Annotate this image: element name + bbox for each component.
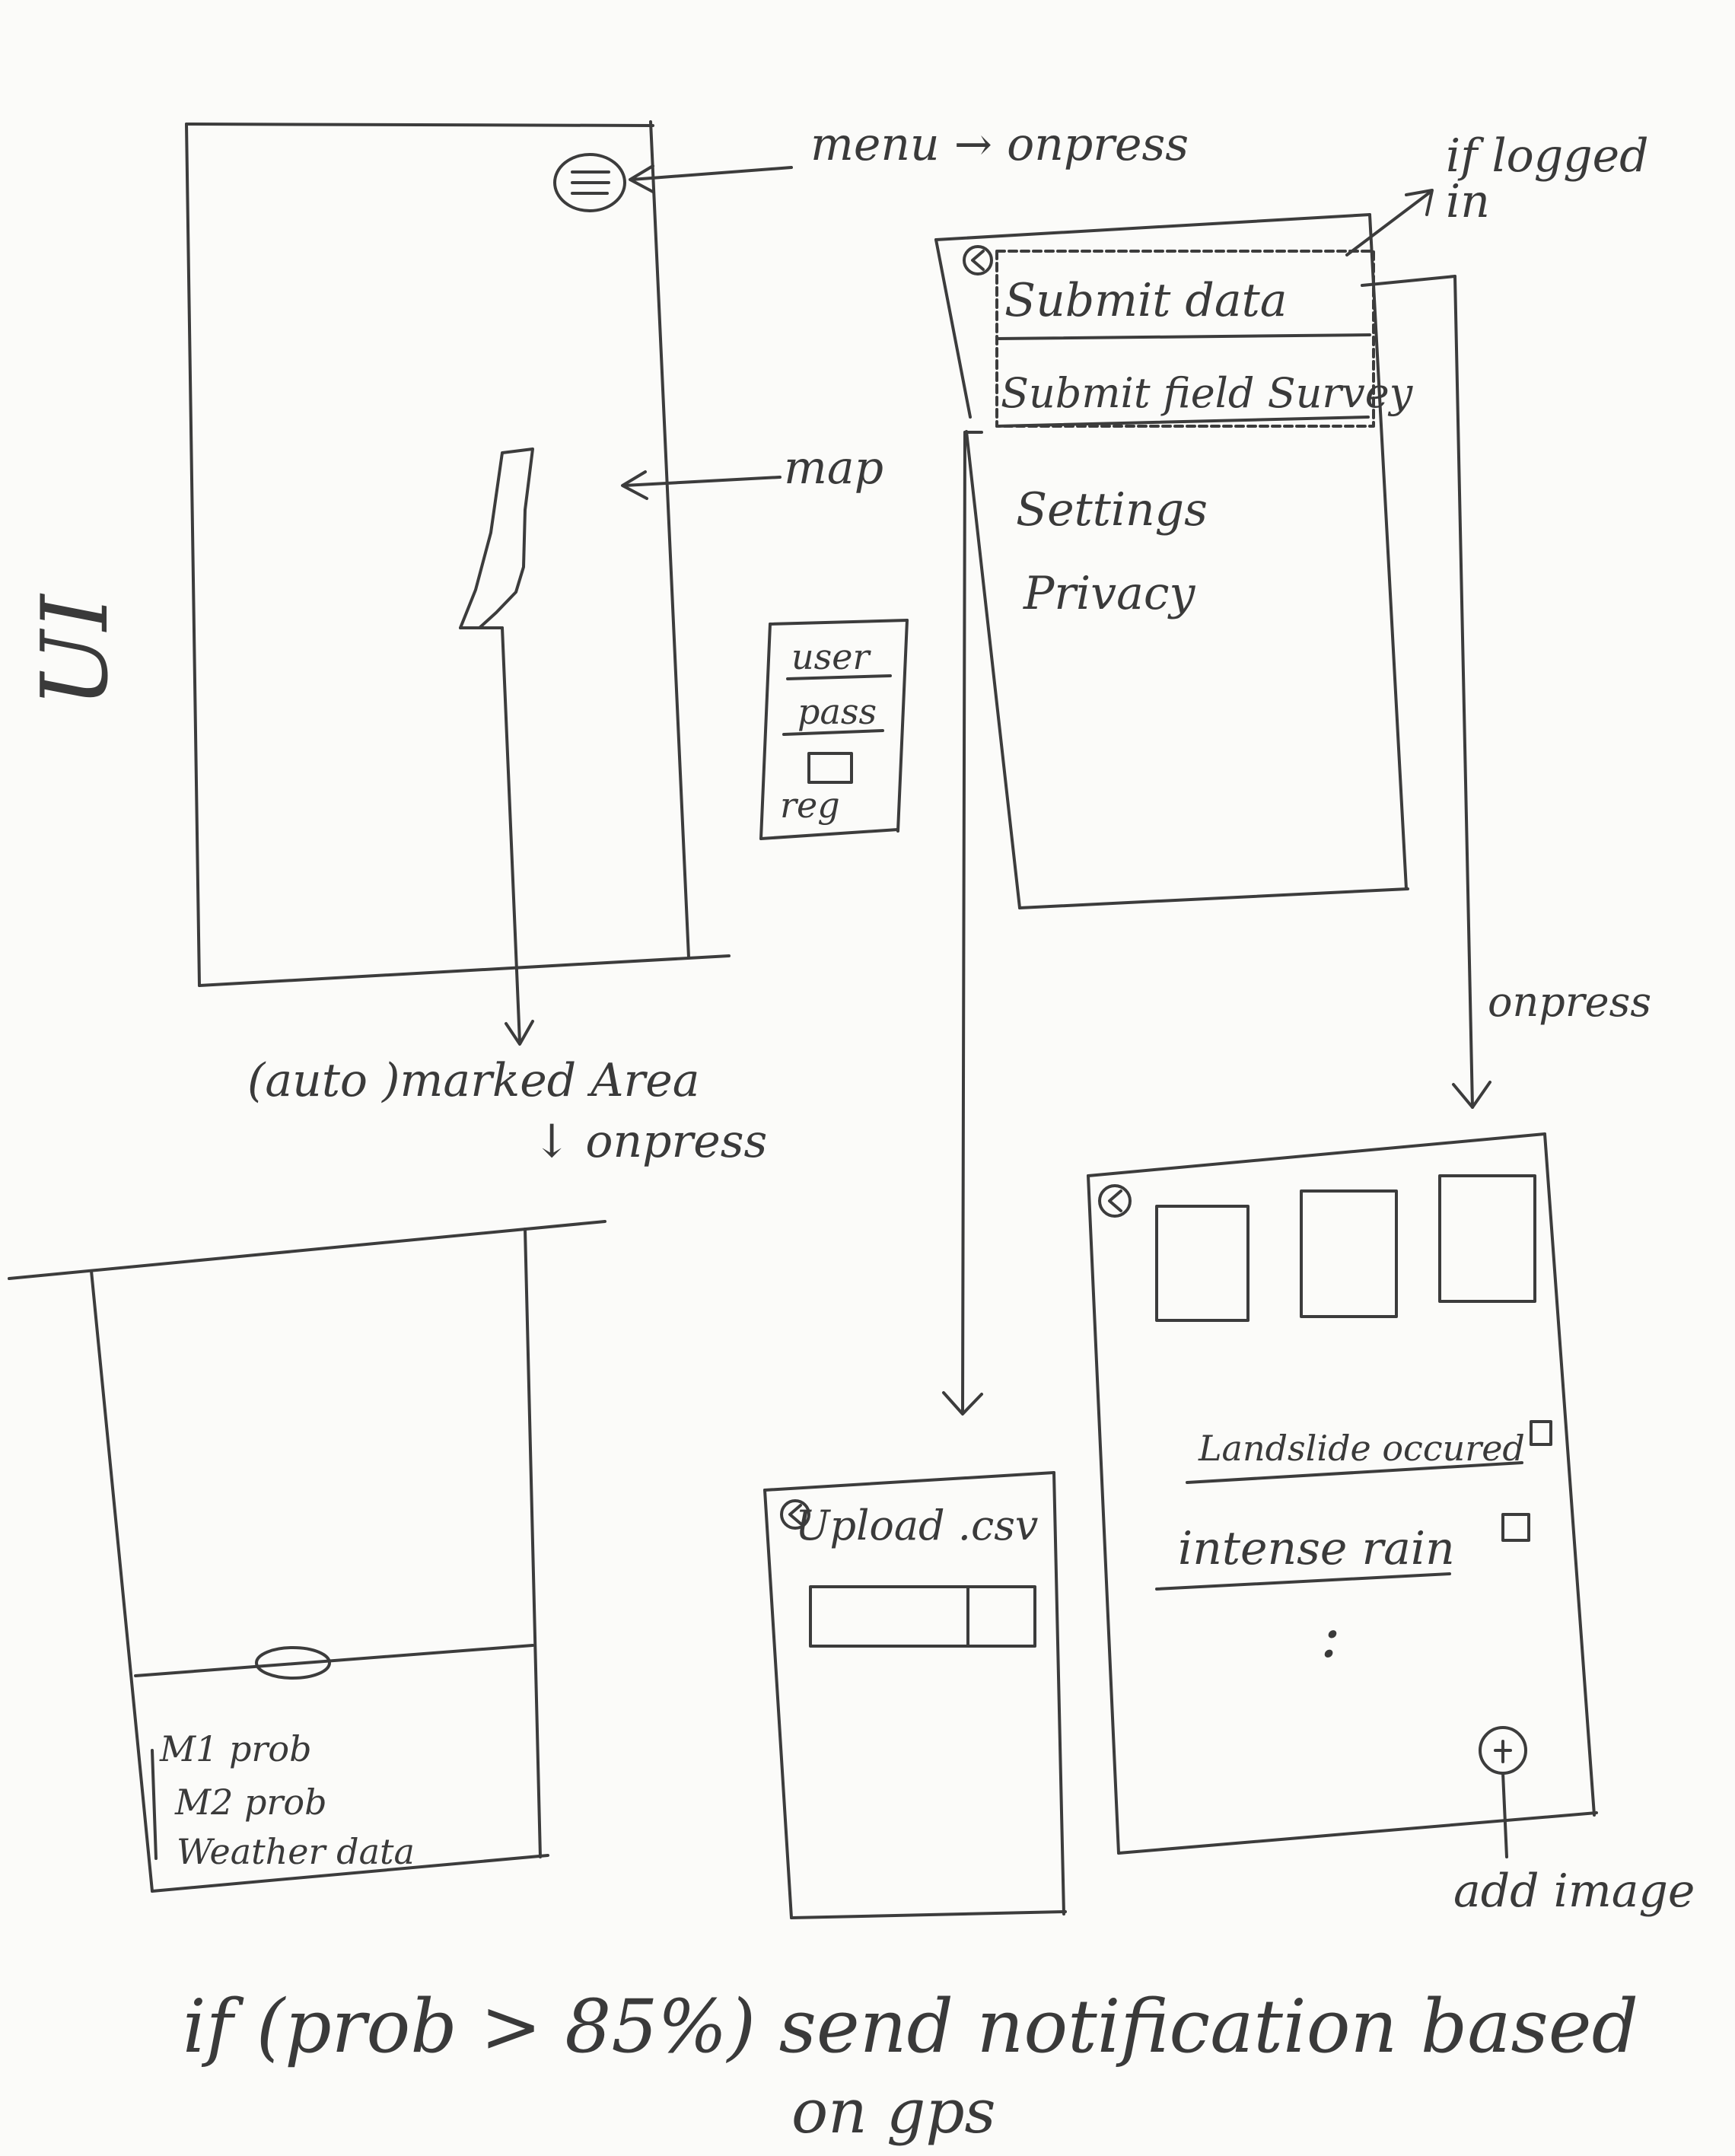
detail-m2-prob: M2 prob <box>175 1782 327 1823</box>
image-slot[interactable] <box>1300 1189 1398 1318</box>
menu-item-submit-field-survey[interactable]: Submit field Survey <box>1001 373 1412 414</box>
marked-area-note: (auto )marked Area <box>247 1054 700 1107</box>
menu-icon[interactable] <box>553 153 626 212</box>
detail-side-marker <box>151 1749 158 1860</box>
menu-back-icon[interactable] <box>963 245 993 275</box>
map-arrow <box>621 470 782 500</box>
upload-file-input[interactable] <box>809 1585 1036 1648</box>
footer-note-line1: if (prob > 85%) send notification based <box>183 1984 1639 2069</box>
marked-area-connector <box>459 626 534 1046</box>
survey-screen-frame <box>1087 1132 1598 1855</box>
login-checkbox[interactable] <box>807 752 853 784</box>
footer-note-line2: on gps <box>791 2076 996 2147</box>
add-image-note: add image <box>1453 1865 1695 1918</box>
add-image-button[interactable] <box>1479 1726 1527 1775</box>
main-screen-frame <box>185 120 731 987</box>
landslide-checkbox[interactable] <box>1530 1420 1552 1446</box>
survey-intense-rain-label: intense rain <box>1178 1522 1455 1575</box>
survey-landslide-label: Landslide occured <box>1199 1428 1525 1469</box>
menu-item-settings[interactable]: Settings <box>1016 487 1208 533</box>
login-user-label[interactable]: user <box>791 639 869 674</box>
add-image-connector <box>1501 1772 1508 1858</box>
menu-onpress-note: menu → onpress <box>810 118 1189 171</box>
login-pass-label[interactable]: pass <box>797 694 877 729</box>
detail-weather-data: Weather data <box>177 1831 415 1872</box>
map-note: map <box>784 441 884 495</box>
if-logged-in-note: if logged in <box>1446 129 1649 228</box>
detail-m1-prob: M1 prob <box>160 1728 312 1769</box>
image-slot[interactable] <box>1155 1205 1250 1322</box>
if-logged-in-arrow <box>1345 189 1434 256</box>
image-slots <box>1155 1174 1536 1322</box>
side-title: UI <box>23 594 129 708</box>
upload-title: Upload .csv <box>795 1502 1039 1549</box>
survey-back-icon[interactable] <box>1098 1184 1132 1218</box>
survey-ellipsis: : <box>1320 1600 1341 1671</box>
intense-rain-checkbox[interactable] <box>1501 1513 1530 1542</box>
menu-item-submit-data[interactable]: Submit data <box>1004 278 1287 323</box>
menu-item-privacy[interactable]: Privacy <box>1023 571 1195 616</box>
login-reg-label[interactable]: reg <box>780 788 840 823</box>
map-marked-area[interactable] <box>459 447 534 629</box>
marked-area-onpress-note: ↓ onpress <box>533 1115 768 1168</box>
survey-onpress-note: onpress <box>1488 978 1652 1026</box>
image-slot[interactable] <box>1438 1174 1536 1303</box>
submit-field-survey-connector <box>942 431 983 1416</box>
